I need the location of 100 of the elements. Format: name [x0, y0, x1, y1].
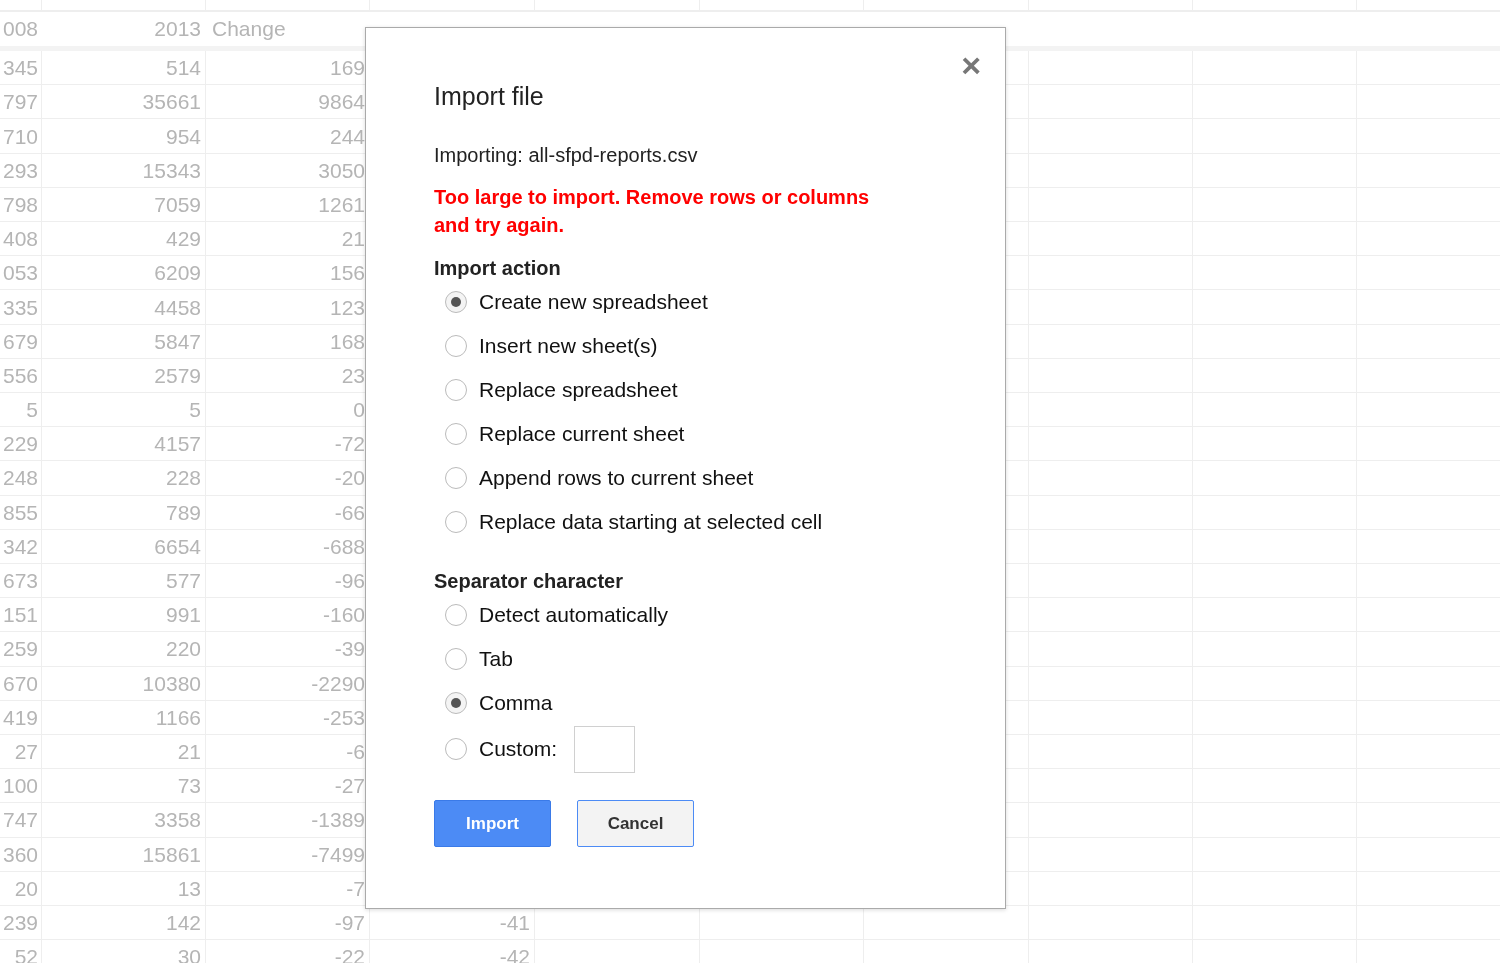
option-label[interactable]: Append rows to current sheet — [479, 466, 754, 490]
table-cell-text: 342 — [1, 533, 39, 560]
radio-button[interactable] — [445, 291, 467, 313]
radio-button[interactable] — [445, 423, 467, 445]
table-cell-text: -7499 — [310, 841, 365, 868]
radio-button[interactable] — [445, 648, 467, 670]
table-cell-text: 6654 — [153, 533, 202, 560]
radio-button[interactable] — [445, 738, 467, 760]
table-cell-text: 360 — [1, 841, 39, 868]
table-cell-text: 6209 — [153, 260, 202, 287]
table-cell-text: 169 — [328, 55, 365, 82]
table-cell-text: -160 — [321, 602, 365, 629]
table-cell-text: 15343 — [141, 157, 202, 184]
table-cell-text: 15861 — [141, 841, 202, 868]
table-cell-text: 9864 — [317, 89, 365, 116]
table-cell-text: 5 — [25, 397, 39, 424]
table-cell-text: 7059 — [153, 191, 202, 218]
table-cell-text: 710 — [1, 123, 39, 150]
option-label[interactable]: Replace spreadsheet — [479, 378, 678, 402]
header-cell-text: Change — [211, 16, 287, 42]
radio-button[interactable] — [445, 604, 467, 626]
table-cell-text: 514 — [164, 55, 202, 82]
table-cell-text: 73 — [176, 773, 202, 800]
option-label[interactable]: Replace data starting at selected cell — [479, 510, 823, 534]
table-cell-text: 991 — [164, 602, 202, 629]
custom-separator-field[interactable] — [574, 725, 636, 773]
table-cell-text: -72 — [333, 431, 365, 458]
table-cell-text: 229 — [1, 431, 39, 458]
table-cell-text: 4157 — [153, 431, 202, 458]
option-label[interactable]: Create new spreadsheet — [479, 290, 708, 314]
table-cell-text: -27 — [333, 773, 365, 800]
option-label[interactable]: Replace current sheet — [479, 422, 685, 446]
table-cell-text: 556 — [1, 362, 39, 389]
importing-filename: Importing: all-sfpd-reports.csv — [434, 144, 699, 167]
table-cell-text: 142 — [164, 909, 202, 936]
table-cell-text: 259 — [1, 636, 39, 663]
table-cell-text: -96 — [333, 568, 365, 594]
table-cell-text: 679 — [1, 328, 39, 355]
table-cell-text: -39 — [333, 636, 365, 663]
table-cell-text: 798 — [1, 191, 39, 218]
table-cell-text: 248 — [1, 465, 39, 492]
table-cell-text: 797 — [1, 89, 39, 116]
table-cell-text: 1166 — [154, 704, 202, 731]
table-cell-text: 789 — [164, 499, 202, 526]
table-cell-text: 156 — [328, 260, 365, 287]
radio-button[interactable] — [445, 379, 467, 401]
table-cell-text: 35661 — [141, 89, 202, 116]
close-button[interactable]: × — [961, 48, 981, 82]
table-cell-text: 151 — [1, 602, 39, 629]
table-cell-text: -7 — [345, 875, 365, 902]
table-cell-text: 747 — [1, 807, 39, 834]
table-cell-text: 670 — [1, 670, 39, 697]
cancel-button[interactable]: Cancel — [577, 800, 694, 847]
table-cell-text: 855 — [1, 499, 39, 526]
dialog-title: Import file — [434, 82, 545, 111]
table-cell-text: -97 — [333, 909, 365, 936]
table-cell-text: 21 — [340, 226, 365, 253]
table-cell-text: 244 — [328, 123, 365, 150]
option-label[interactable]: Tab — [479, 647, 513, 671]
table-cell-text: -66 — [333, 499, 365, 526]
option-label[interactable]: Comma — [479, 691, 553, 715]
table-cell-text: 3358 — [153, 807, 202, 834]
table-cell-text: -2290 — [310, 670, 365, 697]
table-cell-text: 577 — [164, 568, 202, 594]
table-cell-text: -1389 — [310, 807, 365, 834]
table-cell-text: 419 — [1, 704, 39, 731]
table-cell-text: 21 — [176, 738, 202, 765]
error-message: Too large to import. Remove rows or columns and try again. — [434, 185, 871, 238]
table-cell-text: 053 — [1, 260, 39, 287]
table-cell-text: -20 — [333, 465, 365, 492]
table-cell-text: 168 — [328, 328, 365, 355]
table-cell-text: -6 — [345, 738, 365, 765]
table-cell-text: 954 — [164, 123, 202, 150]
radio-button[interactable] — [445, 467, 467, 489]
radio-button[interactable] — [445, 335, 467, 357]
table-cell-text: 13 — [176, 875, 202, 902]
table-cell-text: 27 — [13, 738, 39, 765]
table-cell-text: 0 — [352, 397, 365, 424]
option-label[interactable]: Insert new sheet(s) — [479, 334, 658, 358]
table-cell-text: 408 — [1, 226, 39, 253]
option-label[interactable]: Custom: — [479, 737, 558, 761]
table-cell-text: 673 — [1, 568, 39, 594]
table-cell-text: 10380 — [141, 670, 202, 697]
table-cell-text: 5 — [188, 397, 202, 424]
section-heading: Separator character — [434, 570, 624, 593]
option-label[interactable]: Detect automatically — [479, 603, 669, 627]
radio-button[interactable] — [445, 511, 467, 533]
table-cell-text: 4458 — [153, 294, 202, 321]
table-cell-text: 345 — [1, 55, 39, 82]
radio-button[interactable] — [445, 692, 467, 714]
table-cell-text: 2579 — [153, 362, 202, 389]
table-cell-text: 5847 — [153, 328, 202, 355]
table-cell-text: 228 — [164, 465, 202, 492]
section-heading: Import action — [434, 257, 562, 280]
table-cell-text: 3050 — [317, 157, 365, 184]
table-cell-text: 100 — [1, 773, 39, 800]
table-cell-text: 293 — [1, 157, 39, 184]
table-cell-text: -688 — [321, 533, 365, 560]
table-cell-text: -253 — [321, 704, 365, 731]
table-cell-text: 429 — [164, 226, 202, 253]
